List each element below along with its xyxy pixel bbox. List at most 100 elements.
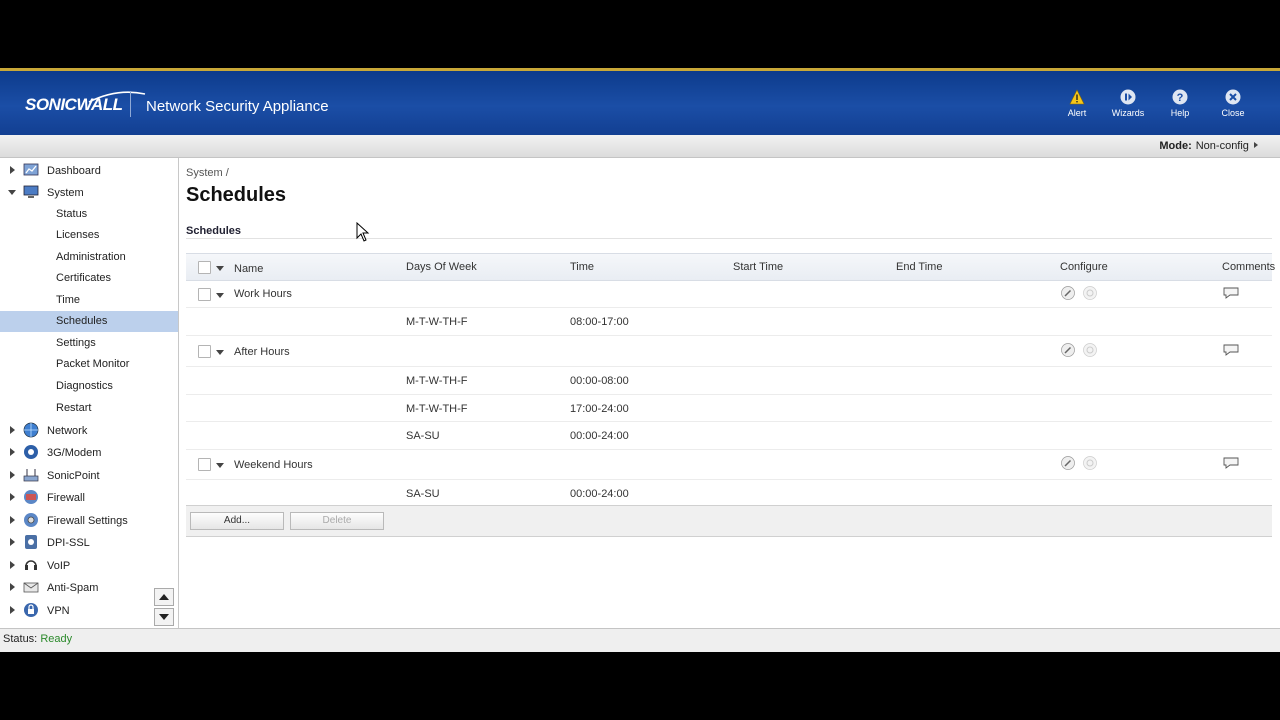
sidebar-item-firewall-settings[interactable]: Firewall Settings [0,510,178,532]
sidebar-item-packet-monitor[interactable]: Packet Monitor [0,354,178,375]
arrow-down-icon [159,614,169,620]
edit-icon[interactable] [1061,343,1075,357]
collapse-arrow-icon[interactable] [216,463,224,468]
delete-disabled-icon [1083,456,1097,470]
sidebar-item-vpn[interactable]: VPN [0,600,178,622]
wizards-icon [1120,89,1136,105]
brand-logo: SONICWALL [25,91,146,115]
wizards-button[interactable]: Wizards [1103,89,1153,118]
sidebar-item-system[interactable]: System [0,182,178,204]
sidebar-item-schedules[interactable]: Schedules [0,311,178,332]
firewall-icon [24,490,38,504]
expand-arrow-icon[interactable] [10,166,15,174]
schedule-entry-row: SA-SU 00:00-24:00 [186,422,1272,450]
delete-disabled-icon [1083,286,1097,300]
row-checkbox[interactable] [198,345,211,358]
column-time[interactable]: Time [570,261,594,273]
help-button[interactable]: ? Help [1155,89,1205,118]
days-of-week-cell: SA-SU [406,488,440,500]
mode-selector[interactable]: Mode: Non-config [1159,140,1260,152]
alert-button[interactable]: Alert [1052,89,1102,118]
edit-icon[interactable] [1061,286,1075,300]
column-days-of-week[interactable]: Days Of Week [406,261,477,273]
expand-arrow-icon[interactable] [10,561,15,569]
expand-arrow-icon[interactable] [10,606,15,614]
sidebar-item-3g-modem[interactable]: 3G/Modem [0,442,178,464]
modem-icon [24,445,38,459]
system-icon [23,185,39,198]
sidebar-item-administration[interactable]: Administration [0,247,178,268]
schedule-name: Weekend Hours [234,459,313,471]
mouse-cursor-icon [356,222,370,242]
expand-arrow-icon[interactable] [10,426,15,434]
select-all-checkbox[interactable] [198,261,211,274]
edit-icon[interactable] [1061,456,1075,470]
comment-icon[interactable] [1222,456,1240,470]
help-icon: ? [1172,89,1188,105]
main-content: System / Schedules Schedules Name Days O… [179,158,1280,628]
voip-icon [25,560,37,570]
expand-arrow-icon[interactable] [10,516,15,524]
expand-arrow-icon[interactable] [10,448,15,456]
expand-arrow-icon[interactable] [10,471,15,479]
days-of-week-cell: SA-SU [406,430,440,442]
mode-bar: Mode: Non-config [0,135,1280,158]
sidebar-item-anti-spam[interactable]: Anti-Spam [0,577,178,599]
app-title: Network Security Appliance [146,98,329,115]
vpn-icon [24,603,38,617]
comment-icon[interactable] [1222,343,1240,357]
expand-arrow-icon[interactable] [10,493,15,501]
add-button[interactable]: Add... [190,512,284,530]
sidebar-item-licenses[interactable]: Licenses [0,225,178,246]
firewall-settings-icon [24,513,38,527]
schedule-entry-row: SA-SU 00:00-24:00 [186,480,1272,507]
time-cell: 00:00-08:00 [570,375,629,387]
page-title: Schedules [186,184,287,206]
breadcrumb[interactable]: System / [186,167,229,179]
collapse-arrow-icon[interactable] [8,190,16,195]
row-checkbox[interactable] [198,458,211,471]
collapse-arrow-icon[interactable] [216,293,224,298]
sidebar-item-restart[interactable]: Restart [0,398,178,419]
group-row-weekend-hours: Weekend Hours [186,450,1272,480]
sidebar-item-status[interactable]: Status [0,204,178,225]
scroll-up-button[interactable] [154,588,174,606]
column-end-time[interactable]: End Time [896,261,942,273]
column-name[interactable]: Name [234,263,263,275]
sidebar-item-dpi-ssl[interactable]: DPI-SSL [0,532,178,554]
schedule-name: After Hours [234,346,290,358]
time-cell: 00:00-24:00 [570,488,629,500]
column-start-time[interactable]: Start Time [733,261,783,273]
sidebar-item-diagnostics[interactable]: Diagnostics [0,376,178,397]
schedule-entry-row: M-T-W-TH-F 08:00-17:00 [186,308,1272,336]
sidebar-item-time[interactable]: Time [0,290,178,311]
days-of-week-cell: M-T-W-TH-F [406,403,468,415]
group-row-work-hours: Work Hours [186,280,1272,308]
sidebar-item-sonicpoint[interactable]: SonicPoint [0,465,178,487]
sidebar-item-firewall[interactable]: Firewall [0,487,178,509]
comment-icon[interactable] [1222,286,1240,300]
arrow-up-icon [159,594,169,600]
time-cell: 00:00-24:00 [570,430,629,442]
close-icon [1225,89,1241,105]
collapse-arrow-icon[interactable] [216,350,224,355]
sonicpoint-icon [23,469,39,482]
status-value: Ready [40,633,73,645]
sidebar-item-dashboard[interactable]: Dashboard [0,160,178,182]
column-comments: Comments [1222,261,1276,273]
scroll-down-button[interactable] [154,608,174,626]
group-row-after-hours: After Hours [186,336,1272,367]
collapse-all-arrow-icon[interactable] [216,266,224,271]
schedule-entry-row: M-T-W-TH-F 17:00-24:00 [186,395,1272,422]
expand-arrow-icon[interactable] [10,538,15,546]
sidebar-item-settings[interactable]: Settings [0,333,178,354]
sidebar-item-certificates[interactable]: Certificates [0,268,178,289]
sidebar-nav: Dashboard System Status Licenses Adminis… [0,158,179,628]
sidebar-item-voip[interactable]: VoIP [0,555,178,577]
close-button[interactable]: Close [1208,89,1258,118]
alert-icon [1069,89,1085,105]
row-checkbox[interactable] [198,288,211,301]
sidebar-item-network[interactable]: Network [0,420,178,442]
expand-arrow-icon[interactable] [10,583,15,591]
table-header: Name Days Of Week Time Start Time End Ti… [186,253,1276,281]
